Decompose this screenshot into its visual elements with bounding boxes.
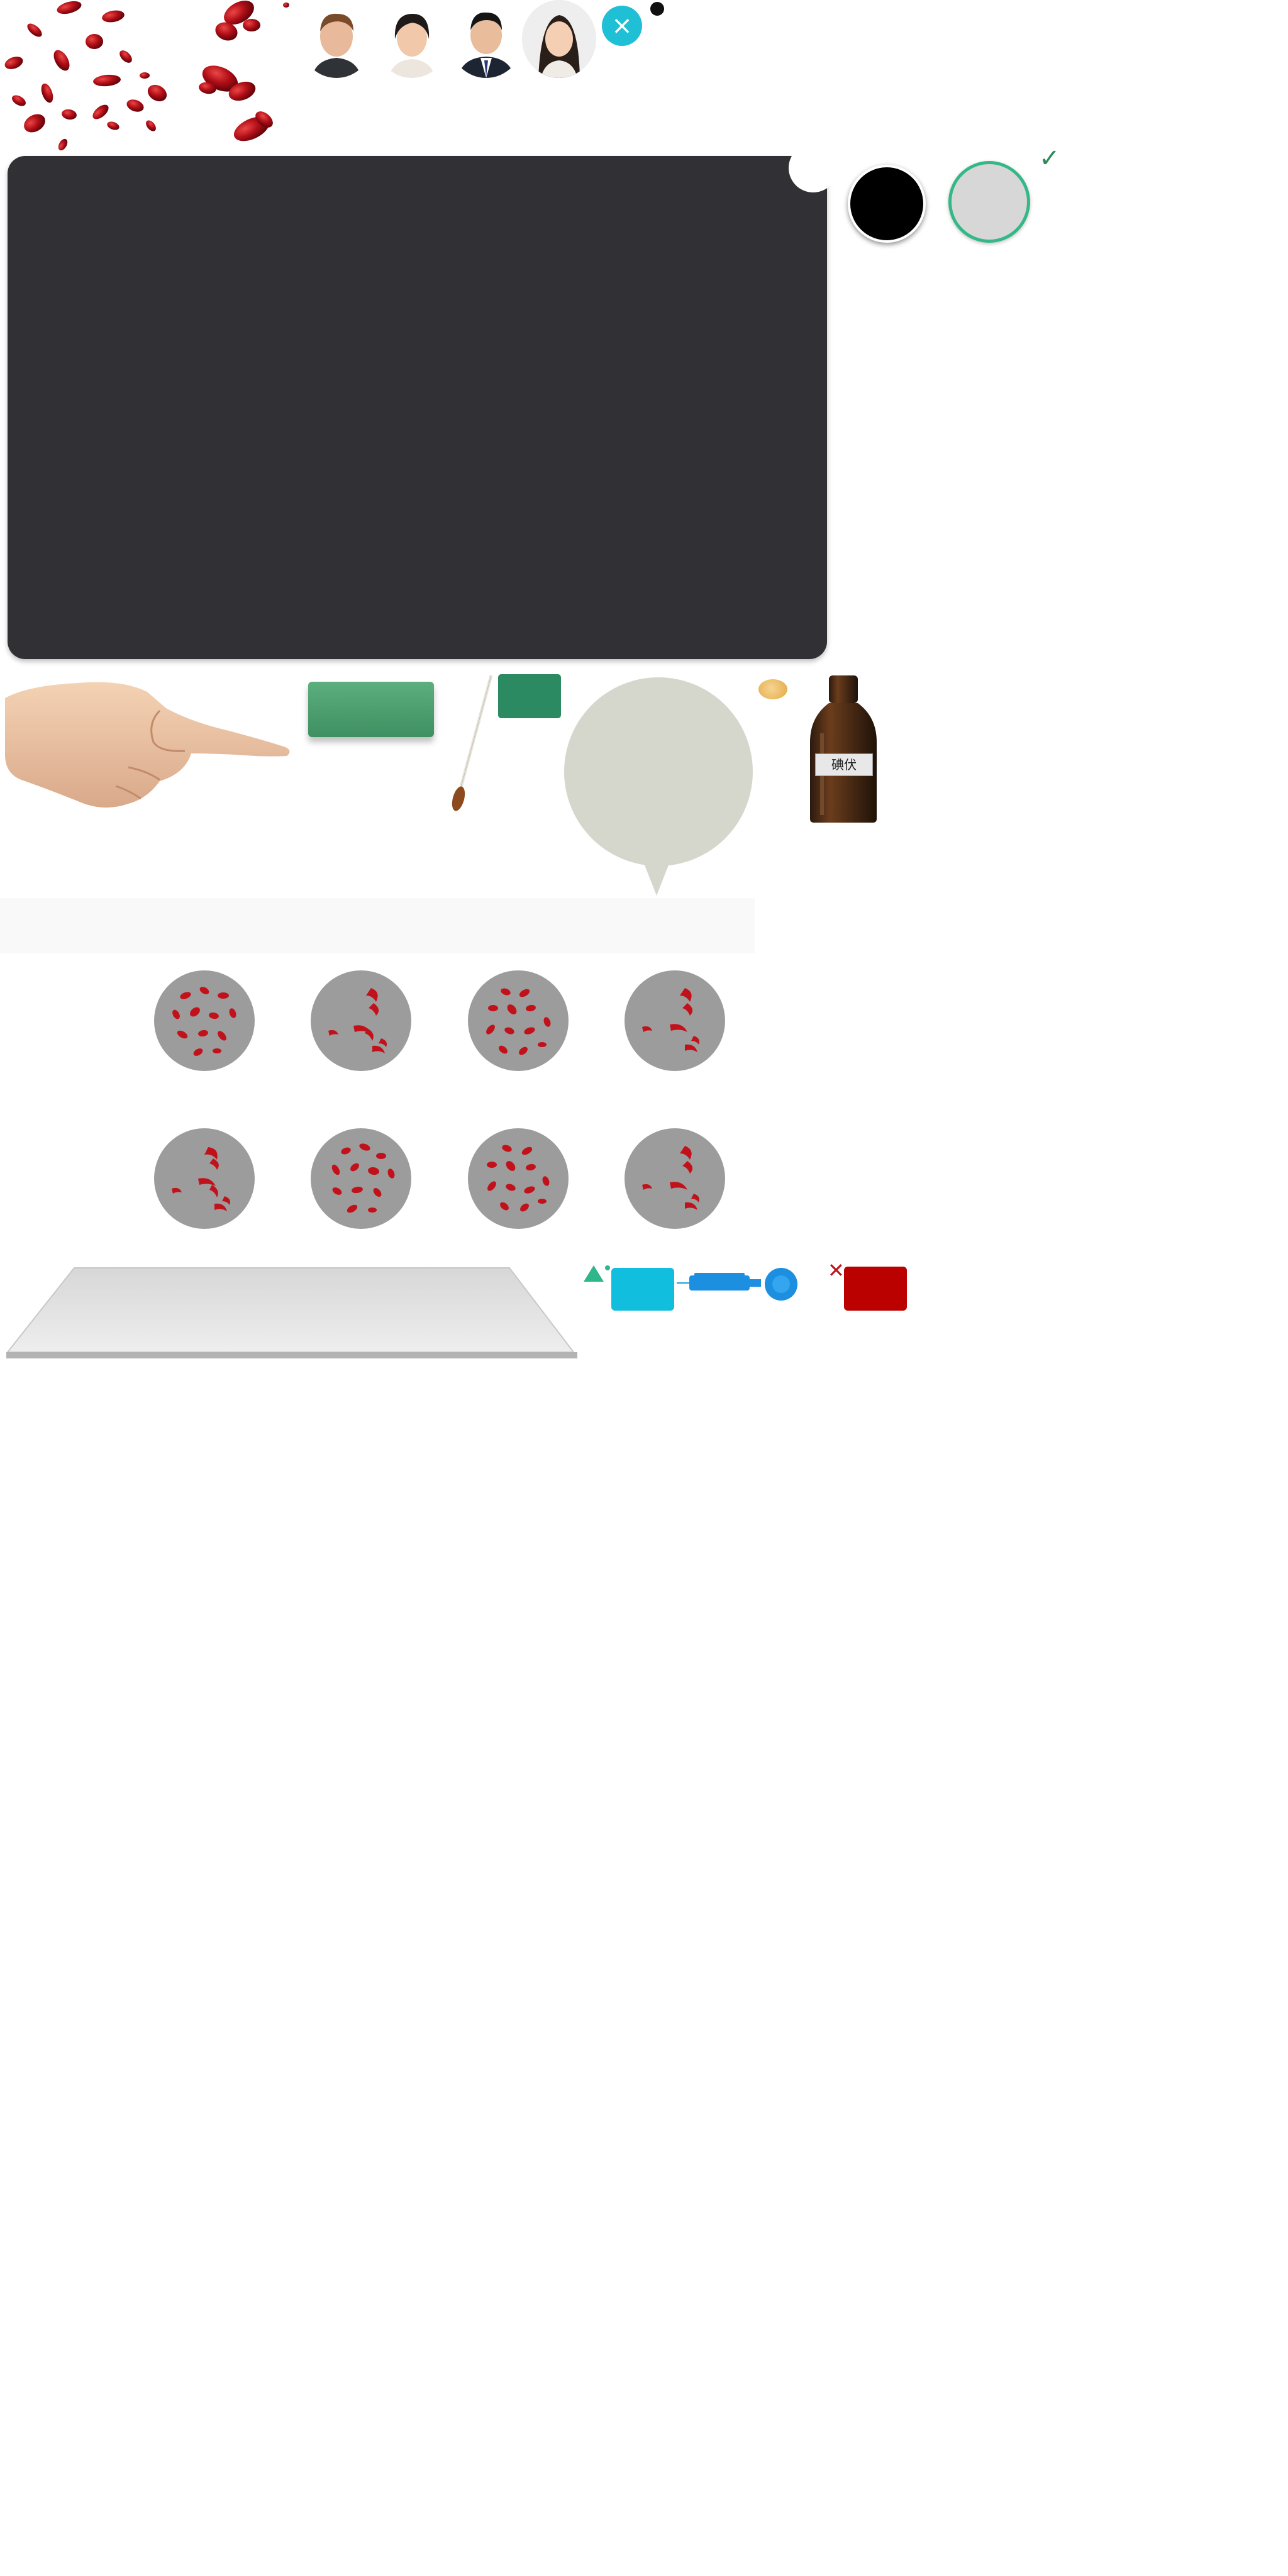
avatar-woman-long-hair-icon [522,0,596,78]
check-icon: ✓ [1039,144,1060,173]
cyan-option-button[interactable] [611,1268,674,1311]
sample-dish-sickle[interactable] [154,1128,255,1229]
avatar[interactable] [299,0,374,78]
small-dot-icon [605,1265,610,1270]
sickle-cells-graphic [642,1146,699,1210]
close-button[interactable]: × [602,6,642,46]
iodine-drop [758,679,787,699]
cotton-swab-icon [450,673,494,811]
triangle-icon [584,1265,604,1282]
row-label-area [38,1163,94,1201]
avatar-man-brown-hair-icon [299,0,374,78]
normal-cells-graphic [331,1143,395,1213]
avatar[interactable] [522,0,596,78]
header-band [0,898,755,953]
sample-dish-sickle[interactable] [625,1128,725,1229]
avatar[interactable] [375,0,449,78]
sickle-cells-graphic [642,988,699,1052]
sickle-cells-graphic [328,988,387,1053]
close-icon: × [611,11,633,40]
indicator-dot [650,2,664,16]
sample-dish-sickle[interactable] [625,970,725,1071]
bottle-label: 碘伏 [815,753,873,776]
sample-dish-sickle[interactable] [311,970,411,1071]
color-option-black[interactable] [848,165,926,243]
sample-dish-normal[interactable] [468,1128,569,1229]
speech-bubble [564,677,753,866]
iodine-bottle-icon[interactable] [801,673,886,824]
color-option-gray[interactable] [948,161,1030,243]
sample-dish-normal[interactable] [468,970,569,1071]
normal-cells-graphic [486,988,551,1055]
green-button[interactable] [308,682,434,737]
avatar-man-suit-icon [449,0,523,78]
green-tag[interactable] [498,674,561,718]
speech-bubble-tail [643,860,670,896]
glass-tray [5,1264,579,1360]
pointing-hand-icon [3,673,292,818]
normal-cells-graphic [172,987,236,1056]
avatar-woman-dark-hair-icon [375,0,449,78]
panel-corner-notch [789,143,838,192]
red-option-button[interactable] [844,1267,907,1311]
main-panel [8,156,827,659]
row-label-area [38,1006,94,1044]
sample-dish-normal[interactable] [154,970,255,1071]
avatar[interactable] [449,0,523,78]
blood-cells-cluster [0,0,289,157]
sickle-cells-graphic [172,1147,230,1211]
wrong-icon: ✕ [828,1258,845,1282]
normal-cells-graphic [487,1145,550,1212]
syringe-icon[interactable] [677,1264,802,1304]
sample-dish-normal[interactable] [311,1128,411,1229]
blood-cells-graphic [4,1,289,151]
